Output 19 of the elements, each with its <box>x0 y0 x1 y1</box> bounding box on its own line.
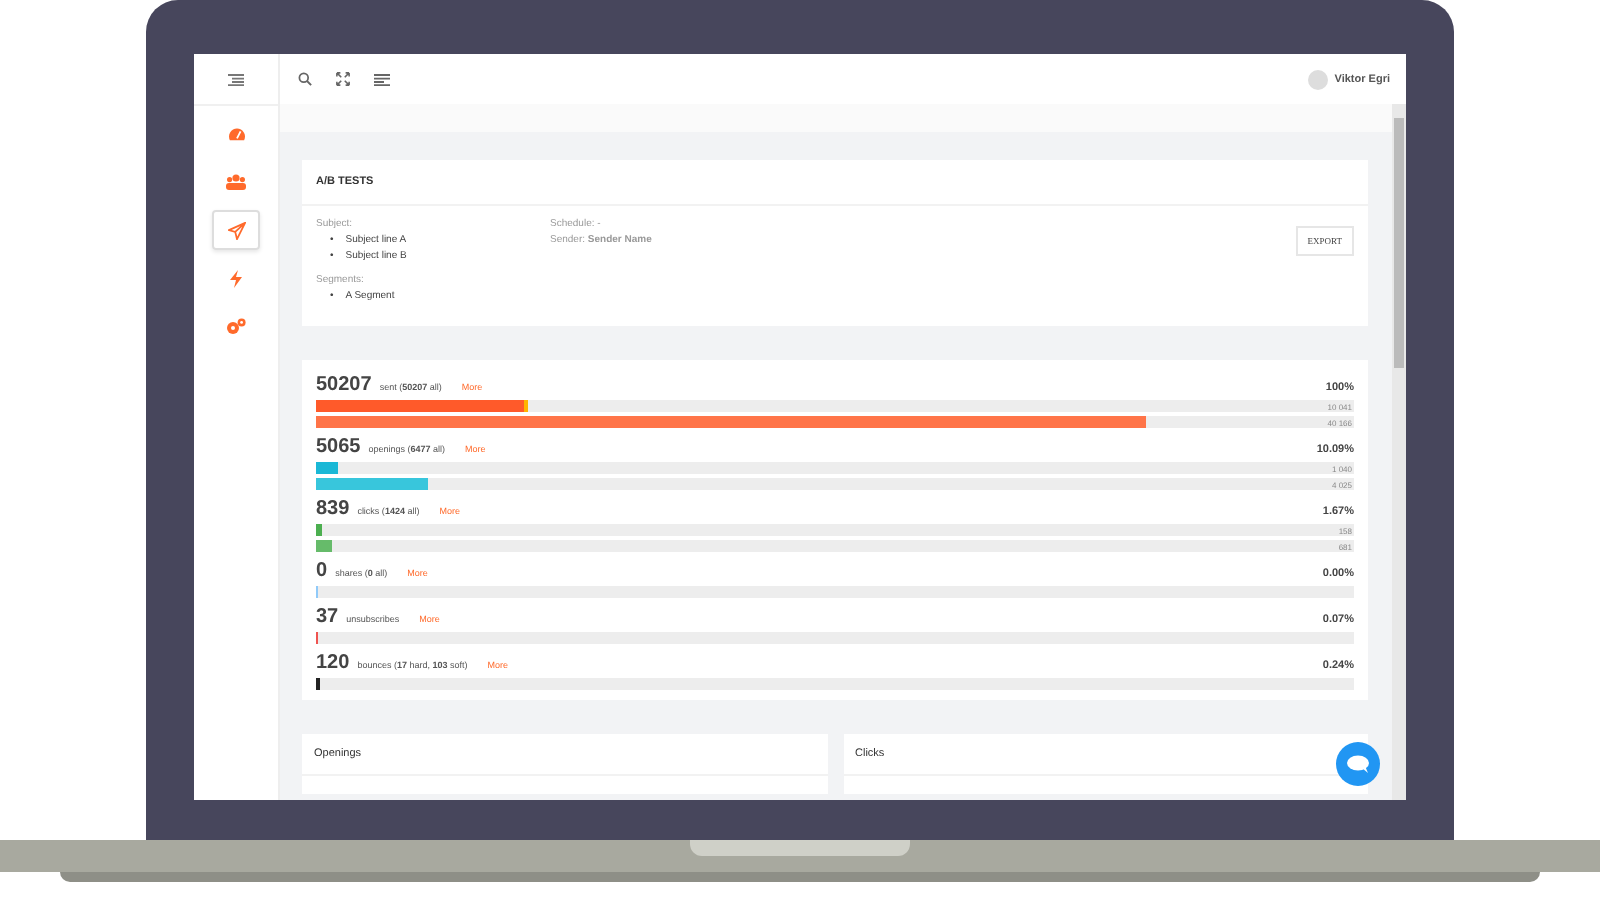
gears-icon <box>226 317 246 335</box>
avatar-icon <box>1308 69 1329 89</box>
users-icon <box>226 174 246 190</box>
stat-count: 5065 <box>316 436 361 458</box>
chat-bubble-icon <box>1346 754 1370 774</box>
stat-count: 37 <box>316 606 339 628</box>
stat-count: 50207 <box>316 374 372 396</box>
search-icon[interactable] <box>298 72 312 86</box>
stat-count: 120 <box>316 652 350 674</box>
gauge-icon <box>227 126 245 142</box>
menu-icon[interactable] <box>228 73 244 85</box>
scrollbar[interactable] <box>1392 104 1406 800</box>
bolt-icon <box>230 269 242 287</box>
sidebar-item[interactable] <box>212 210 260 250</box>
paper-plane-icon <box>227 221 245 239</box>
fullscreen-icon[interactable] <box>336 72 350 86</box>
list-icon[interactable] <box>374 73 390 85</box>
stat-count: 0 <box>316 560 328 582</box>
stat-count: 839 <box>316 498 350 520</box>
